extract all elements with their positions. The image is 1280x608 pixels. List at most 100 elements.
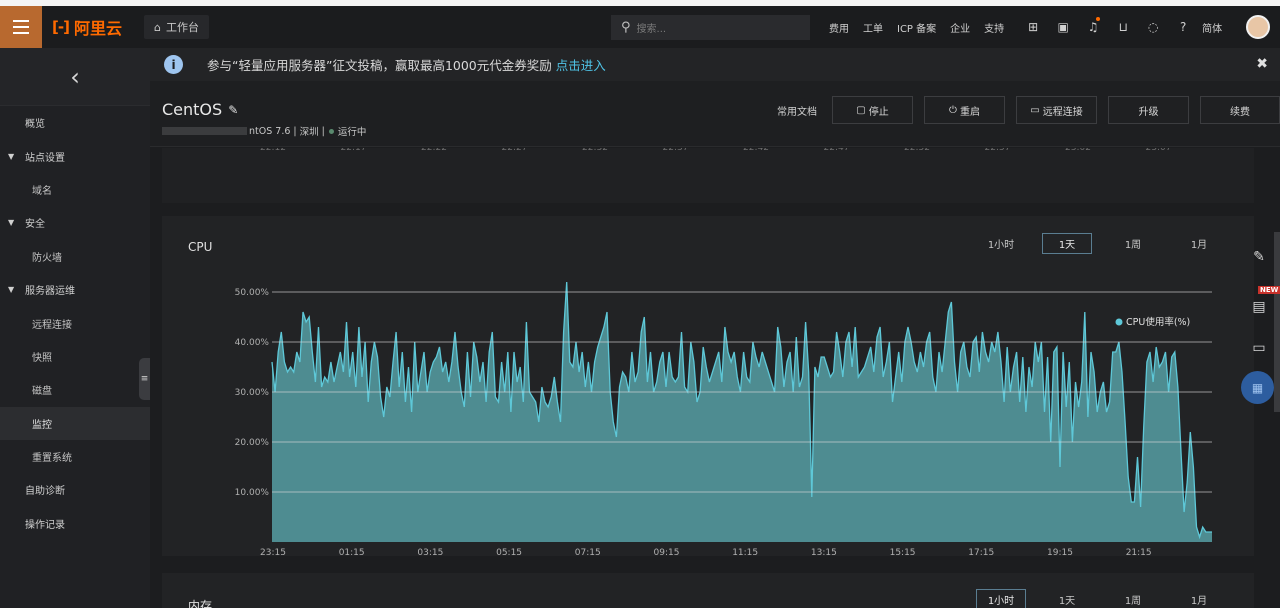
range-tab-2[interactable]: 1周 [1108, 589, 1158, 608]
instance-header: CentOS ✎ ntOS 7.6 | 深圳 | 运行中 常用文档 ▢ 停止 ⏻ 重… [150, 81, 1280, 147]
restart-button[interactable]: ⏻ 重启 [924, 96, 1005, 124]
sidebar-item-0[interactable]: 概览 [0, 106, 150, 139]
sidebar-item-6[interactable]: 远程连接 [0, 306, 150, 339]
help-icon[interactable]: ? [1168, 20, 1198, 34]
y-tick-label: 50.00% [235, 288, 270, 298]
edit-note-icon[interactable]: ✎ [1244, 242, 1274, 272]
cpu-chart: 10.00% 20.00% 30.00% 40.00% 50.00% 23:15 01:15… [235, 281, 1212, 556]
range-tab-1[interactable]: 1天 [1042, 233, 1092, 254]
memory-card-title: 内存 [188, 599, 213, 608]
sidebar-item-4[interactable]: 防火墙 [0, 240, 150, 273]
range-tab-3[interactable]: 1月 [1174, 233, 1224, 254]
top-bar: [-] 阿里云 ⌂ 工作台 ⚲ 搜索... 费用 工单 ICP 备案 企业 支持… [0, 0, 1280, 48]
home-icon: ⌂ [154, 20, 161, 34]
sidebar-item-label: 远程连接 [32, 319, 72, 331]
hamburger-menu-button[interactable] [0, 6, 42, 48]
chat-icon[interactable]: ▭ [1244, 333, 1274, 363]
top-links: 费用 工单 ICP 备案 企业 支持 ⊞ ▣ ♫ ⊔ ◌ ? 简体 [829, 6, 1222, 48]
top-link-tickets[interactable]: 工单 [863, 20, 883, 35]
search-icon: ⚲ [621, 20, 631, 35]
stop-button[interactable]: ▢ 停止 [832, 96, 913, 124]
search-placeholder: 搜索... [636, 24, 667, 35]
sidebar-item-10[interactable]: 重置系统 [0, 440, 150, 473]
remote-connect-button[interactable]: ▭ 远程连接 [1016, 96, 1097, 124]
x-tick-label: 17:15 [968, 548, 994, 556]
cart-icon[interactable]: ⊔ [1108, 20, 1138, 34]
sidebar-collapse-handle[interactable]: ≡ [139, 358, 150, 400]
sidebar-item-label: 自助诊断 [25, 486, 65, 498]
sidebar-item-2[interactable]: 域名 [0, 173, 150, 206]
caret-down-icon: ▼ [8, 151, 15, 161]
app-icon[interactable]: ⊞ [1018, 20, 1048, 34]
instance-name-text: CentOS [162, 100, 223, 119]
toolbar-strip [1274, 232, 1280, 412]
apps-icon[interactable]: ▦ [1241, 371, 1274, 404]
sidebar-item-7[interactable]: 快照 [0, 340, 150, 373]
aliyun-logo[interactable]: [-] 阿里云 [52, 15, 142, 39]
strip-tick-label: 22:37 [662, 148, 689, 153]
stop-icon: ▢ [856, 104, 866, 116]
top-icons: ⊞ ▣ ♫ ⊔ ◌ ? [1018, 17, 1198, 34]
top-link-icp[interactable]: ICP 备案 [897, 20, 936, 35]
sidebar-item-1[interactable]: ▼ 站点设置 [0, 139, 150, 172]
restart-label: 重启 [959, 106, 980, 118]
caret-down-icon: ▼ [8, 285, 15, 295]
sidebar-item-12[interactable]: 操作记录 [0, 507, 150, 540]
edit-icon[interactable]: ✎ [228, 103, 238, 117]
terminal-icon[interactable]: ▣ [1048, 20, 1078, 34]
range-tab-2[interactable]: 1周 [1108, 233, 1158, 254]
upgrade-button[interactable]: 升级 [1108, 96, 1189, 124]
sidebar-item-3[interactable]: ▼ 安全 [0, 206, 150, 239]
notice-link[interactable]: 点击进入 [556, 55, 606, 74]
docs-link[interactable]: 常用文档 [777, 103, 817, 118]
sidebar-item-5[interactable]: ▼ 服务器运维 [0, 273, 150, 306]
logo-text: 阿里云 [73, 19, 122, 38]
sidebar-item-label: 服务器运维 [25, 286, 75, 298]
stop-label: 停止 [868, 106, 889, 118]
lightbulb-icon[interactable]: ◌ [1138, 20, 1168, 34]
status-badge: 运行中 [337, 127, 367, 138]
info-icon: i [164, 55, 183, 74]
close-icon[interactable]: ✖ [1256, 56, 1268, 72]
x-tick-label: 19:15 [1047, 548, 1073, 556]
strip-tick-label: 22:22 [421, 148, 447, 153]
x-tick-label: 07:15 [575, 548, 601, 556]
avatar[interactable] [1246, 15, 1270, 39]
x-tick-label: 09:15 [654, 548, 680, 556]
menu-lines-icon: ≡ [140, 374, 149, 384]
instance-region: 深圳 [299, 127, 319, 138]
top-link-support[interactable]: 支持 [984, 20, 1004, 35]
workbench-button[interactable]: ⌂ 工作台 [144, 15, 209, 39]
search-input[interactable]: ⚲ 搜索... [611, 15, 810, 40]
book-icon[interactable]: ▤ [1244, 292, 1274, 322]
sidebar-item-label: 磁盘 [32, 386, 52, 398]
range-tab-0[interactable]: 1小时 [976, 589, 1026, 608]
range-tab-1[interactable]: 1天 [1042, 589, 1092, 608]
strip-tick-label: 22:47 [823, 148, 850, 153]
strip-tick-label: 23:02 [1065, 148, 1091, 153]
language-switch[interactable]: 简体 [1202, 20, 1222, 35]
range-tab-0[interactable]: 1小时 [976, 233, 1026, 254]
sidebar-item-11[interactable]: 自助诊断 [0, 473, 150, 506]
sidebar-item-9[interactable]: 监控 [0, 406, 150, 440]
previous-chart-strip: 22:12 22:17 22:22 22:27 22:32 22:37 22:42 22:47… [162, 148, 1254, 203]
cpu-card-title: CPU [188, 240, 213, 254]
top-link-enterprise[interactable]: 企业 [950, 20, 970, 35]
renew-button[interactable]: 续费 [1200, 96, 1280, 124]
sidebar-item-label: 安全 [25, 219, 45, 231]
sidebar-item-label: 操作记录 [25, 519, 65, 531]
workbench-label: 工作台 [165, 21, 199, 34]
main-content: i 参与“轻量应用服务器”征文投稿，赢取最高1000元代金券奖励 点击进入 ✖ … [150, 48, 1280, 608]
strip-tick-label: 22:42 [743, 148, 769, 153]
x-tick-label: 21:15 [1126, 548, 1152, 556]
range-tab-3[interactable]: 1月 [1174, 589, 1224, 608]
bell-icon[interactable]: ♫ [1078, 17, 1108, 34]
x-tick-label: 13:15 [811, 548, 837, 556]
y-tick-label: 20.00% [235, 438, 270, 448]
memory-card: 内存 1小时 1天 1周 1月 [162, 573, 1254, 608]
top-link-fees[interactable]: 费用 [829, 20, 849, 35]
power-icon: ⏻ [949, 104, 957, 116]
renew-label: 续费 [1230, 106, 1250, 118]
back-button[interactable]: ‹ [0, 48, 150, 106]
sidebar-item-8[interactable]: 磁盘 [0, 373, 150, 406]
